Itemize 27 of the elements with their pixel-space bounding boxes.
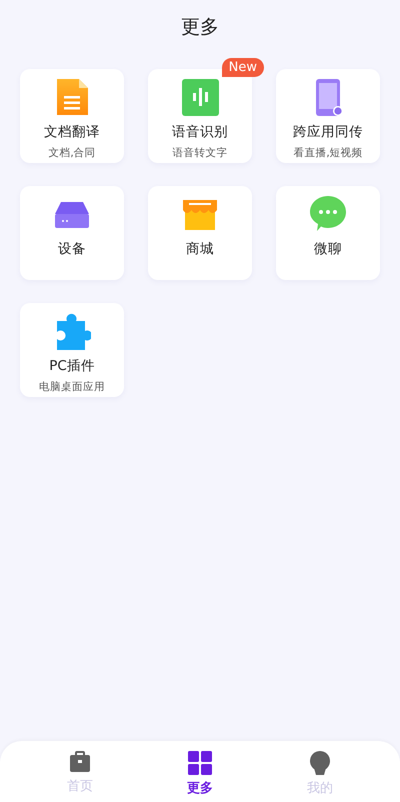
feature-subtitle: 文档,合同 <box>48 146 96 160</box>
feature-card[interactable]: 商城 <box>148 186 252 280</box>
feature-title: 跨应用同传 <box>293 123 363 141</box>
page-title: 更多 <box>181 16 219 38</box>
tab-label: 首页 <box>67 778 93 795</box>
feature-title: 文档翻译 <box>44 123 100 141</box>
feature-title: PC插件 <box>49 357 95 375</box>
new-badge: New <box>222 58 264 77</box>
feature-subtitle: 看直播,短视频 <box>293 146 363 160</box>
sound-wave-icon <box>181 77 219 117</box>
tab-label: 更多 <box>187 780 213 797</box>
feature-card[interactable]: 设备 <box>20 186 124 280</box>
feature-title: 设备 <box>58 240 86 258</box>
feature-title: 微聊 <box>314 240 342 258</box>
feature-subtitle: 电脑桌面应用 <box>39 380 105 394</box>
feature-card[interactable]: 微聊 <box>276 186 380 280</box>
tab[interactable]: 更多 <box>160 741 240 802</box>
feature-title: 语音识别 <box>172 123 228 141</box>
feature-subtitle: 语音转文字 <box>172 146 228 160</box>
feature-card[interactable]: PC插件 电脑桌面应用 <box>20 303 124 397</box>
grid-icon <box>188 751 212 775</box>
feature-card[interactable]: 跨应用同传 看直播,短视频 <box>276 69 380 163</box>
feature-title: 商城 <box>186 240 214 258</box>
briefcase-icon <box>69 751 91 773</box>
feature-card[interactable]: 文档翻译 文档,合同 <box>20 69 124 163</box>
tab-label: 我的 <box>307 780 333 797</box>
user-icon <box>309 751 331 775</box>
